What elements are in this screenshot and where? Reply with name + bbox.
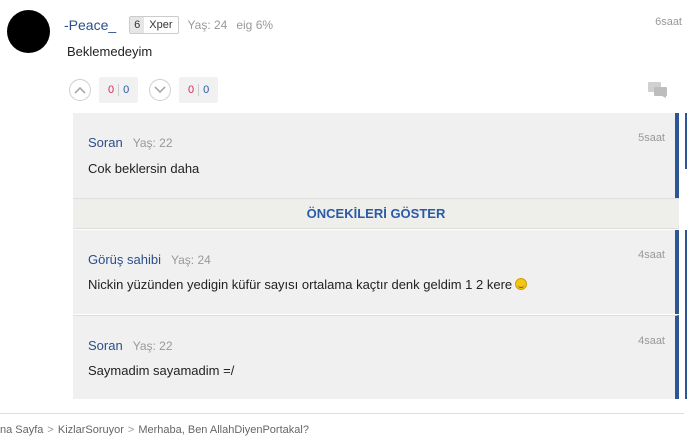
show-previous-button[interactable]: ÖNCEKİLERİ GÖSTER	[73, 198, 679, 229]
reply-username[interactable]: Soran	[88, 338, 123, 353]
upvote-count-male: 0	[118, 84, 133, 96]
breadcrumb-separator: >	[47, 424, 54, 436]
level-number: 6	[130, 17, 145, 33]
upvote-button[interactable]	[69, 79, 91, 101]
reply-age: Yaş: 24	[170, 253, 211, 267]
reply-time: 4saat	[638, 249, 665, 261]
reply-username[interactable]: Görüş sahibi	[88, 252, 161, 267]
post-text: Beklemedeyim	[67, 44, 153, 59]
level-badge: 6 Xper	[129, 16, 179, 34]
thread-line	[685, 113, 687, 169]
reply-time: 4saat	[638, 335, 665, 347]
reply-card: Soran Yaş: 22 5saat Cok beklersin daha	[73, 113, 679, 198]
reply-card: Görüş sahibi Yaş: 24 4saat Nickin yüzünd…	[73, 230, 679, 314]
divider	[0, 413, 684, 414]
thread-line	[685, 230, 687, 399]
reply-text-row: Nickin yüzünden yedigin küfür sayısı ort…	[88, 277, 528, 292]
smiley-icon	[515, 278, 528, 290]
reply-chat-icon[interactable]	[648, 82, 668, 103]
post-lean: eig 6%	[236, 18, 274, 32]
breadcrumb-site[interactable]: KizlarSoruyor	[58, 424, 124, 436]
post-username[interactable]: -Peace_	[64, 17, 116, 33]
upvote-counts: 0 0	[99, 77, 139, 103]
post-time: 6saat	[655, 16, 682, 28]
reply-time: 5saat	[638, 132, 665, 144]
downvote-count-male: 0	[198, 84, 213, 96]
chevron-down-icon	[154, 86, 166, 94]
post-header: -Peace_ 6 Xper Yaş: 24 eig 6%	[64, 15, 273, 35]
reply-text: Nickin yüzünden yedigin küfür sayısı ort…	[88, 277, 513, 292]
downvote-counts: 0 0	[179, 77, 219, 103]
downvote-group: 0 0	[149, 77, 219, 103]
reply-text: Cok beklersin daha	[88, 161, 200, 176]
downvote-count-female: 0	[188, 84, 195, 96]
reply-age: Yaş: 22	[132, 136, 173, 150]
reply-text: Saymadim sayamadim =/	[88, 363, 235, 378]
level-name: Xper	[149, 19, 173, 31]
downvote-button[interactable]	[149, 79, 171, 101]
avatar[interactable]	[7, 10, 50, 53]
upvote-group: 0 0	[69, 77, 139, 103]
breadcrumb-current[interactable]: Merhaba, Ben AllahDiyenPortakal?	[138, 424, 309, 436]
breadcrumb-home[interactable]: na Sayfa	[0, 424, 43, 436]
chevron-up-icon	[74, 86, 86, 94]
upvote-count-female: 0	[108, 84, 115, 96]
reply-age: Yaş: 22	[132, 339, 173, 353]
post-age: Yaş: 24	[187, 18, 228, 32]
breadcrumb-separator: >	[127, 424, 135, 436]
breadcrumb: na Sayfa > KizlarSoruyor > Merhaba, Ben Alla…	[0, 424, 309, 436]
reply-card: Soran Yaş: 22 4saat Saymadim sayamadim =…	[73, 315, 679, 399]
reply-username[interactable]: Soran	[88, 135, 123, 150]
